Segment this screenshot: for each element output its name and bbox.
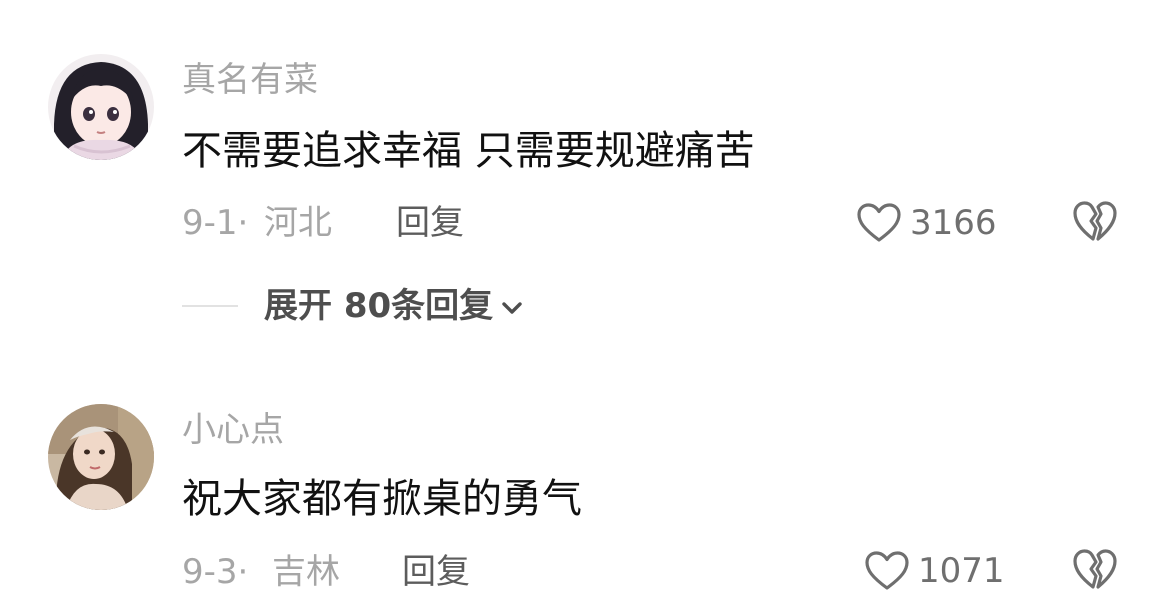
avatar[interactable] xyxy=(48,404,154,510)
comment-date: 9-1· xyxy=(182,203,249,243)
username[interactable]: 真名有菜 xyxy=(182,60,318,100)
avatar-anime-girl-image xyxy=(48,54,154,160)
chevron-down-icon xyxy=(502,302,522,314)
comment-location: 河北 xyxy=(264,203,332,243)
dislike-button[interactable] xyxy=(1072,548,1118,594)
avatar-girl-photo xyxy=(48,404,154,510)
broken-heart-icon xyxy=(1073,549,1117,589)
username[interactable]: 小心点 xyxy=(182,410,284,450)
comment-text: 祝大家都有掀桌的勇气 xyxy=(182,476,582,522)
like-button[interactable]: 3166 xyxy=(856,200,997,246)
expand-replies-label: 展开 80条回复 xyxy=(264,286,494,326)
like-count: 3166 xyxy=(910,203,997,243)
broken-heart-icon xyxy=(1073,201,1117,241)
like-count: 1071 xyxy=(918,551,1005,591)
comment-text: 不需要追求幸福 只需要规避痛苦 xyxy=(182,128,755,174)
divider-line xyxy=(182,305,238,307)
reply-button[interactable]: 回复 xyxy=(396,203,464,243)
heart-outline-icon xyxy=(865,551,909,590)
heart-outline-icon xyxy=(857,203,901,242)
comment-date: 9-3· xyxy=(182,552,249,592)
avatar[interactable] xyxy=(48,54,154,160)
comment-location: 吉林 xyxy=(272,552,340,592)
dislike-button[interactable] xyxy=(1072,200,1118,246)
expand-replies-button[interactable]: 展开 80条回复 xyxy=(182,284,523,328)
like-button[interactable]: 1071 xyxy=(864,548,1005,594)
reply-button[interactable]: 回复 xyxy=(402,552,470,592)
